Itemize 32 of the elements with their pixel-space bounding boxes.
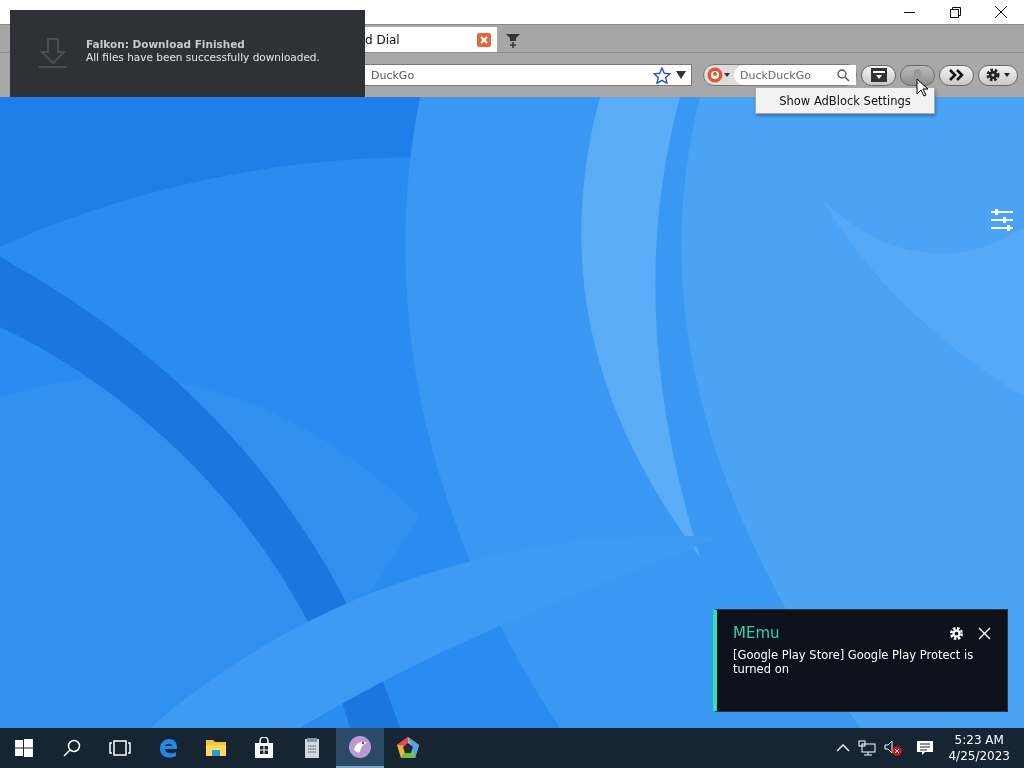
muted-speaker-icon[interactable] bbox=[884, 740, 903, 756]
close-tab-icon[interactable] bbox=[477, 32, 491, 47]
minimize-icon[interactable] bbox=[903, 11, 915, 13]
download-icon bbox=[869, 67, 888, 83]
close-icon[interactable] bbox=[995, 6, 1007, 18]
download-button[interactable] bbox=[861, 64, 896, 86]
notification-message: All files have been successfully downloaded. bbox=[86, 51, 320, 64]
chevron-up-icon[interactable] bbox=[836, 744, 851, 752]
download-icon bbox=[38, 38, 68, 68]
restore-icon[interactable] bbox=[949, 6, 961, 18]
star-icon[interactable] bbox=[653, 66, 671, 84]
tooltip: Show AdBlock Settings bbox=[755, 87, 935, 114]
double-chevron-icon bbox=[948, 69, 965, 81]
new-tab-icon[interactable] bbox=[505, 32, 521, 48]
sliders-icon[interactable] bbox=[990, 209, 1014, 231]
settings-icon bbox=[985, 67, 1011, 83]
clock[interactable]: 5:23 AM 4/25/2023 bbox=[942, 732, 1016, 764]
double-chevron-button[interactable] bbox=[939, 64, 974, 86]
search-icon[interactable] bbox=[837, 68, 850, 82]
settings-icon[interactable] bbox=[949, 625, 964, 641]
notification-title: Falkon: Download Finished bbox=[86, 38, 246, 51]
toast-title: MEmu bbox=[733, 624, 781, 642]
search-bar[interactable]: DuckDuckGo bbox=[703, 64, 857, 86]
clock-date: 4/25/2023 bbox=[948, 748, 1010, 764]
dropdown-arrow-icon[interactable] bbox=[674, 70, 688, 80]
notification-icon[interactable] bbox=[916, 740, 935, 756]
cursor-icon bbox=[916, 78, 928, 97]
settings-button[interactable] bbox=[978, 64, 1018, 86]
clock-time: 5:23 AM bbox=[953, 732, 1005, 748]
toast-message: [Google Play Store] Google Play Protect is turned on bbox=[733, 648, 975, 676]
duck-logo-icon[interactable] bbox=[707, 67, 731, 83]
network-icon[interactable] bbox=[858, 740, 877, 756]
